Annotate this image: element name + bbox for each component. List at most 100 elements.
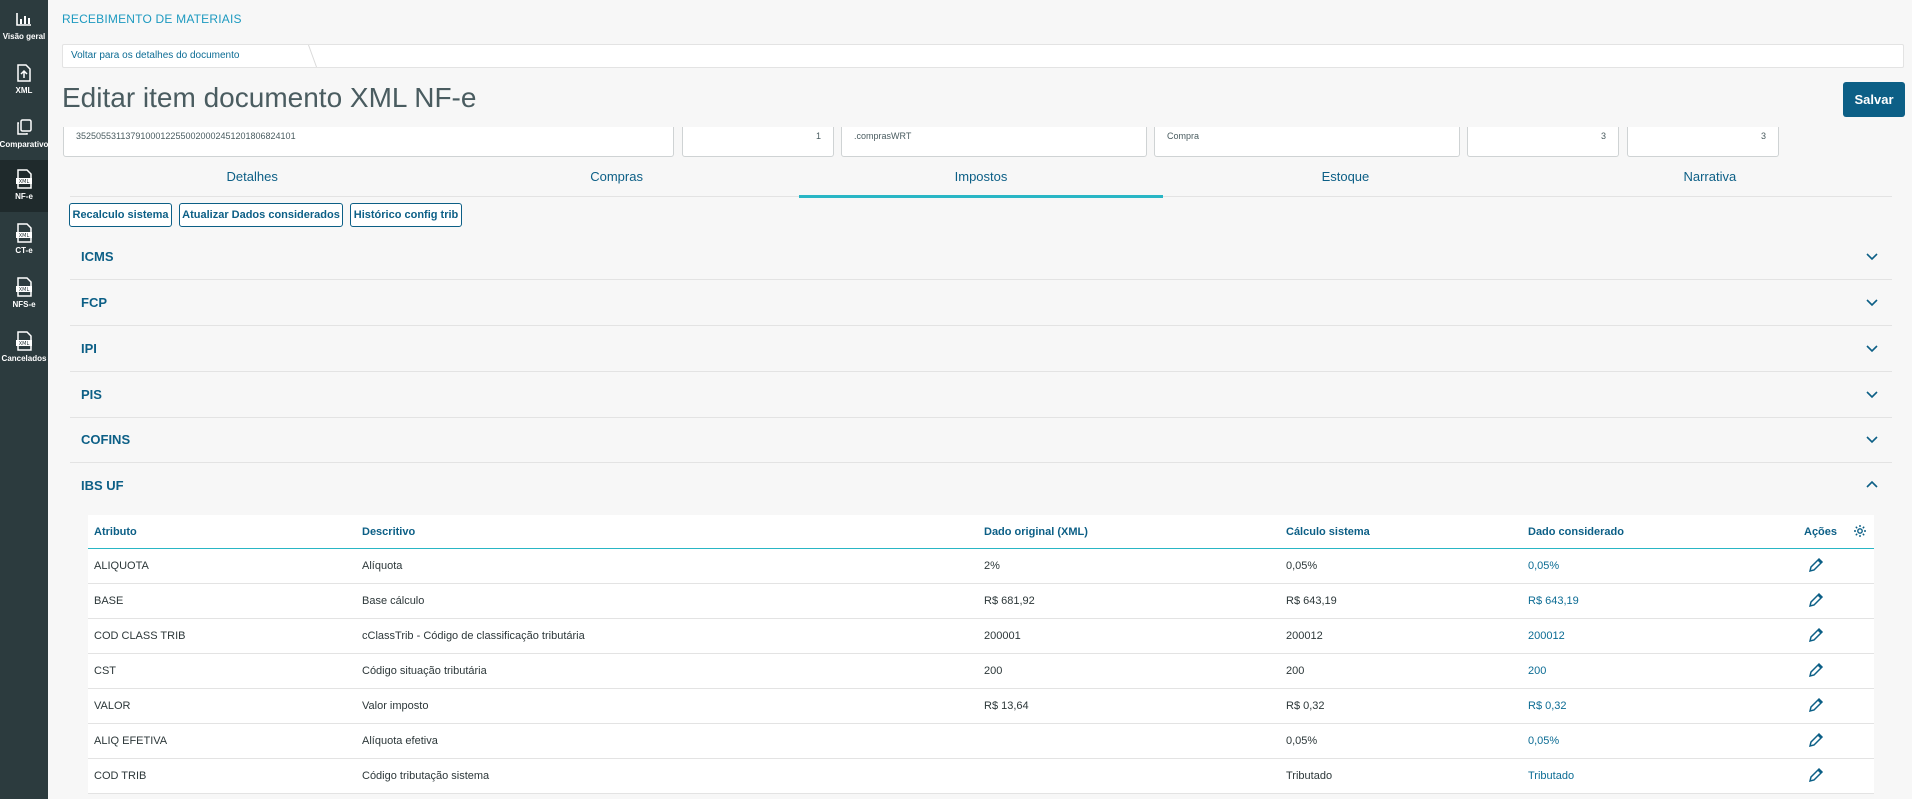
cell-descritivo: Alíquota — [362, 560, 403, 572]
breadcrumb: Voltar para os detalhes do documento — [62, 44, 1904, 68]
field-operacao[interactable]: Compra — [1154, 127, 1460, 157]
cell-atributo: BASE — [94, 595, 124, 607]
chevron-down-icon — [1866, 345, 1878, 353]
page-title: Editar item documento XML NF-e — [62, 82, 477, 113]
historico-config-button[interactable]: Histórico config trib — [350, 203, 462, 227]
chevron-up-icon — [1866, 480, 1878, 488]
sidebar-item-label: Cancelados — [1, 354, 47, 363]
cell-dado-original: 200 — [984, 665, 1003, 677]
module-title: RECEBIMENTO DE MATERIAIS — [62, 12, 242, 26]
edit-pencil-icon[interactable] — [1808, 627, 1824, 643]
cell-atributo: ALIQ EFETIVA — [94, 735, 168, 747]
field-item[interactable]: 1 — [682, 127, 834, 157]
edit-pencil-icon[interactable] — [1808, 697, 1824, 713]
svg-text:XML: XML — [19, 233, 30, 239]
gear-icon[interactable] — [1853, 524, 1867, 538]
table-row: CST Código situação tributária 200 200 2… — [88, 654, 1874, 689]
sidebar-item-label: NF-e — [15, 192, 33, 201]
section-ipi[interactable]: IPI — [70, 327, 1892, 372]
cell-descritivo: Alíquota efetiva — [362, 735, 438, 747]
table-row: BASE Base cálculo R$ 681,92 R$ 643,19 R$… — [88, 584, 1874, 619]
chevron-down-icon — [1866, 253, 1878, 261]
cell-descritivo: Código situação tributária — [362, 665, 487, 677]
cell-calculo-sistema: Tributado — [1286, 770, 1333, 782]
save-button[interactable]: Salvar — [1843, 82, 1905, 117]
cell-atributo: COD CLASS TRIB — [94, 630, 186, 642]
chevron-down-icon — [1866, 436, 1878, 444]
field-chave-acesso[interactable]: 3525055311379100012255002000245120180682… — [63, 127, 674, 157]
cell-dado-original: R$ 13,64 — [984, 700, 1029, 712]
cell-atributo: CST — [94, 665, 116, 677]
breadcrumb-separator — [297, 45, 318, 67]
section-title: IPI — [81, 341, 97, 356]
sidebar-item-nfe[interactable]: XML NF-e — [0, 160, 48, 212]
col-acoes: Ações — [1804, 526, 1838, 538]
cell-calculo-sistema: 0,05% — [1286, 560, 1318, 572]
sidebar-item-visao-geral[interactable]: Visão geral — [0, 0, 48, 52]
section-title: COFINS — [81, 432, 131, 447]
section-pis[interactable]: PIS — [70, 373, 1892, 418]
col-dado-original: Dado original (XML) — [984, 526, 1088, 538]
col-dado-considerado: Dado considerado — [1528, 526, 1624, 538]
recalculo-sistema-button[interactable]: Recalculo sistema — [69, 203, 172, 227]
section-title: ICMS — [81, 249, 114, 264]
sidebar-item-cte[interactable]: XML CT-e — [0, 214, 48, 266]
xml-file-icon: XML — [15, 222, 33, 244]
cell-dado-considerado: R$ 0,32 — [1528, 700, 1567, 712]
cell-calculo-sistema: 0,05% — [1286, 735, 1318, 747]
cell-descritivo: Base cálculo — [362, 595, 425, 607]
cell-dado-original: R$ 681,92 — [984, 595, 1035, 607]
section-icms[interactable]: ICMS — [70, 235, 1892, 280]
copy-icon — [15, 116, 33, 138]
field-quantidade-considerada[interactable]: 3 — [1627, 127, 1779, 157]
tab-impostos[interactable]: Impostos — [798, 165, 1164, 198]
tab-detalhes[interactable]: Detalhes — [70, 165, 434, 196]
cell-atributo: VALOR — [94, 700, 131, 712]
tab-estoque[interactable]: Estoque — [1163, 165, 1527, 196]
cell-dado-considerado: 200012 — [1528, 630, 1565, 642]
cell-calculo-sistema: R$ 643,19 — [1286, 595, 1337, 607]
tab-bar: Detalhes Compras Impostos Estoque Narrat… — [70, 165, 1892, 198]
table-header: Atributo Descritivo Dado original (XML) … — [88, 515, 1874, 549]
svg-text:XML: XML — [19, 287, 30, 293]
table-row: COD CLASS TRIB cClassTrib - Código de cl… — [88, 619, 1874, 654]
sidebar-item-nfse[interactable]: XML NFS-e — [0, 268, 48, 320]
cell-dado-considerado: 200 — [1528, 665, 1547, 677]
svg-text:XML: XML — [19, 341, 30, 347]
cell-calculo-sistema: 200 — [1286, 665, 1305, 677]
table-row: ALIQ EFETIVA Alíquota efetiva 0,05% 0,05… — [88, 724, 1874, 759]
edit-pencil-icon[interactable] — [1808, 662, 1824, 678]
edit-pencil-icon[interactable] — [1808, 592, 1824, 608]
cell-dado-considerado: Tributado — [1528, 770, 1575, 782]
section-cofins[interactable]: COFINS — [70, 418, 1892, 463]
sidebar-item-xml[interactable]: XML — [0, 54, 48, 106]
chevron-down-icon — [1866, 299, 1878, 307]
table-row: ALIQUOTA Alíquota 2% 0,05% 0,05% — [88, 549, 1874, 584]
breadcrumb-back-link[interactable]: Voltar para os detalhes do documento — [71, 50, 239, 61]
cell-calculo-sistema: R$ 0,32 — [1286, 700, 1325, 712]
sidebar-item-label: CT-e — [15, 246, 33, 255]
cell-descritivo: cClassTrib - Código de classificação tri… — [362, 630, 585, 642]
cell-dado-considerado: 0,05% — [1528, 735, 1560, 747]
sidebar-item-cancelados[interactable]: XML Cancelados — [0, 322, 48, 374]
section-fcp[interactable]: FCP — [70, 281, 1892, 326]
edit-pencil-icon[interactable] — [1808, 767, 1824, 783]
cell-dado-considerado: 0,05% — [1528, 560, 1560, 572]
sidebar-item-comparativo[interactable]: Comparativo — [0, 108, 48, 160]
sidebar-item-label: Comparativo — [0, 140, 49, 149]
xml-file-icon: XML — [15, 168, 33, 190]
edit-pencil-icon[interactable] — [1808, 732, 1824, 748]
col-atributo: Atributo — [94, 526, 137, 538]
atualizar-dados-button[interactable]: Atualizar Dados considerados — [179, 203, 343, 227]
edit-pencil-icon[interactable] — [1808, 557, 1824, 573]
sidebar: Visão geral XML Comparativo XML NF-e XML… — [0, 0, 48, 799]
field-produto[interactable]: .comprasWRT — [841, 127, 1147, 157]
table-row: COD TRIB Código tributação sistema Tribu… — [88, 759, 1874, 794]
section-ibs-uf[interactable]: IBS UF — [70, 464, 1892, 509]
file-upload-icon — [15, 62, 33, 84]
field-quantidade[interactable]: 3 — [1467, 127, 1619, 157]
tab-narrativa[interactable]: Narrativa — [1528, 165, 1892, 196]
col-descritivo: Descritivo — [362, 526, 416, 538]
cell-descritivo: Código tributação sistema — [362, 770, 490, 782]
tab-compras[interactable]: Compras — [434, 165, 798, 196]
